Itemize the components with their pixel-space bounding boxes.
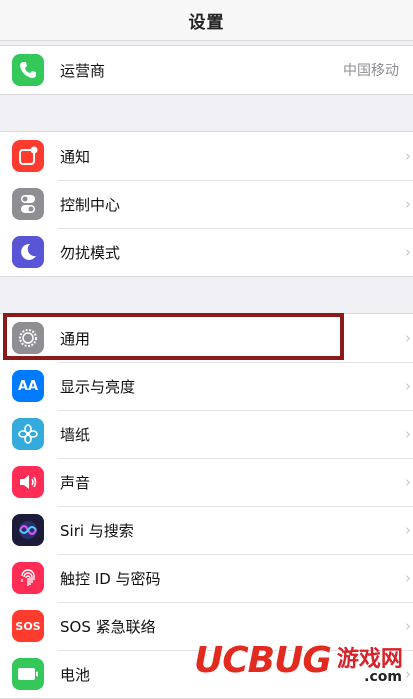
- display-brightness-icon: AA: [12, 370, 44, 402]
- settings-row-label: 通知: [60, 147, 91, 166]
- settings-row-label: 触控 ID 与密码: [60, 569, 161, 588]
- settings-row-display-brightness[interactable]: AA 显示与亮度 ›: [0, 362, 413, 410]
- chevron-right-icon: ›: [405, 425, 411, 443]
- wallpaper-icon: [12, 418, 44, 450]
- carrier-group: 运营商 中国移动: [0, 45, 413, 95]
- settings-row-label: 通用: [60, 329, 91, 348]
- chevron-right-icon: ›: [405, 329, 411, 347]
- chevron-right-icon: ›: [405, 243, 411, 261]
- settings-row-general[interactable]: 通用 ›: [0, 314, 413, 362]
- settings-row-label: 墙纸: [60, 425, 91, 444]
- carrier-value: 中国移动: [343, 63, 399, 79]
- watermark-cn: 游戏网: [336, 647, 403, 672]
- chevron-right-icon: ›: [405, 569, 411, 587]
- settings-row-label: 运营商: [60, 61, 106, 80]
- phone-icon: [12, 54, 44, 86]
- chevron-right-icon: ›: [405, 377, 411, 395]
- settings-row-wallpaper[interactable]: 墙纸 ›: [0, 410, 413, 458]
- chevron-right-icon: ›: [405, 521, 411, 539]
- fingerprint-icon: [12, 562, 44, 594]
- settings-row-carrier[interactable]: 运营商 中国移动: [0, 46, 413, 94]
- chevron-right-icon: ›: [405, 473, 411, 491]
- gear-icon: [12, 322, 44, 354]
- settings-row-label: 显示与亮度: [60, 377, 136, 396]
- watermark-brand: UCBUG: [193, 639, 333, 682]
- sound-icon: [12, 466, 44, 498]
- watermark-domain: .com: [364, 669, 402, 685]
- settings-row-siri-search[interactable]: Siri 与搜索 ›: [0, 506, 413, 554]
- settings-row-label: 声音: [60, 473, 91, 492]
- page-title: 设置: [188, 12, 225, 33]
- notifications-icon: [12, 140, 44, 172]
- chevron-right-icon: ›: [405, 617, 411, 635]
- control-center-icon: [12, 188, 44, 220]
- watermark-logo: UCBUG 游戏网 .com: [193, 635, 408, 686]
- settings-row-touch-id-passcode[interactable]: 触控 ID 与密码 ›: [0, 554, 413, 602]
- system-group: 通知 › 控制中心 › 勿扰模式 ›: [0, 131, 413, 277]
- settings-row-do-not-disturb[interactable]: 勿扰模式 ›: [0, 228, 413, 276]
- siri-icon: [12, 514, 44, 546]
- settings-row-control-center[interactable]: 控制中心 ›: [0, 180, 413, 228]
- settings-row-label: 电池: [60, 665, 91, 684]
- settings-row-label: 勿扰模式: [60, 243, 121, 262]
- nav-bar: 设置: [0, 0, 413, 41]
- settings-row-notifications[interactable]: 通知 ›: [0, 132, 413, 180]
- chevron-right-icon: ›: [405, 195, 411, 213]
- settings-row-label: SOS 紧急联络: [60, 617, 156, 636]
- chevron-right-icon: ›: [405, 147, 411, 165]
- battery-icon: [12, 658, 44, 690]
- sos-icon: SOS: [12, 610, 44, 642]
- settings-row-label: 控制中心: [60, 195, 121, 214]
- moon-icon: [12, 236, 44, 268]
- settings-row-sound[interactable]: 声音 ›: [0, 458, 413, 506]
- settings-row-label: Siri 与搜索: [60, 521, 134, 540]
